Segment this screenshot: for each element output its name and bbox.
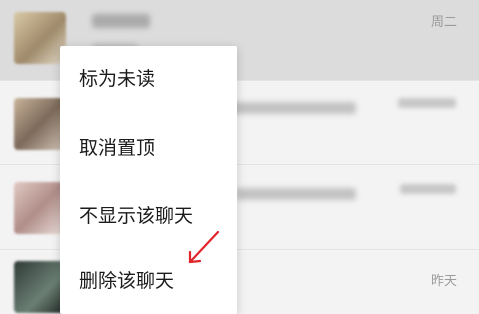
chat-time: 昨天 — [430, 274, 457, 289]
red-arrow-icon — [188, 230, 220, 264]
chat-time-blurred — [398, 98, 456, 108]
avatar — [14, 182, 66, 234]
unpin-menu-item[interactable]: 取消置顶 — [60, 119, 237, 177]
mark-unread-menu-item[interactable]: 标为未读 — [60, 50, 237, 108]
avatar — [14, 12, 66, 64]
avatar — [14, 261, 66, 313]
chat-context-menu: 标为未读 取消置顶 不显示该聊天 删除该聊天 — [60, 46, 237, 314]
chat-time-blurred — [400, 184, 456, 194]
message-preview-blurred — [236, 188, 356, 200]
chat-time: 周二 — [430, 15, 457, 30]
message-preview-blurred — [232, 102, 356, 114]
avatar — [14, 98, 66, 150]
contact-name-blurred — [92, 14, 150, 28]
